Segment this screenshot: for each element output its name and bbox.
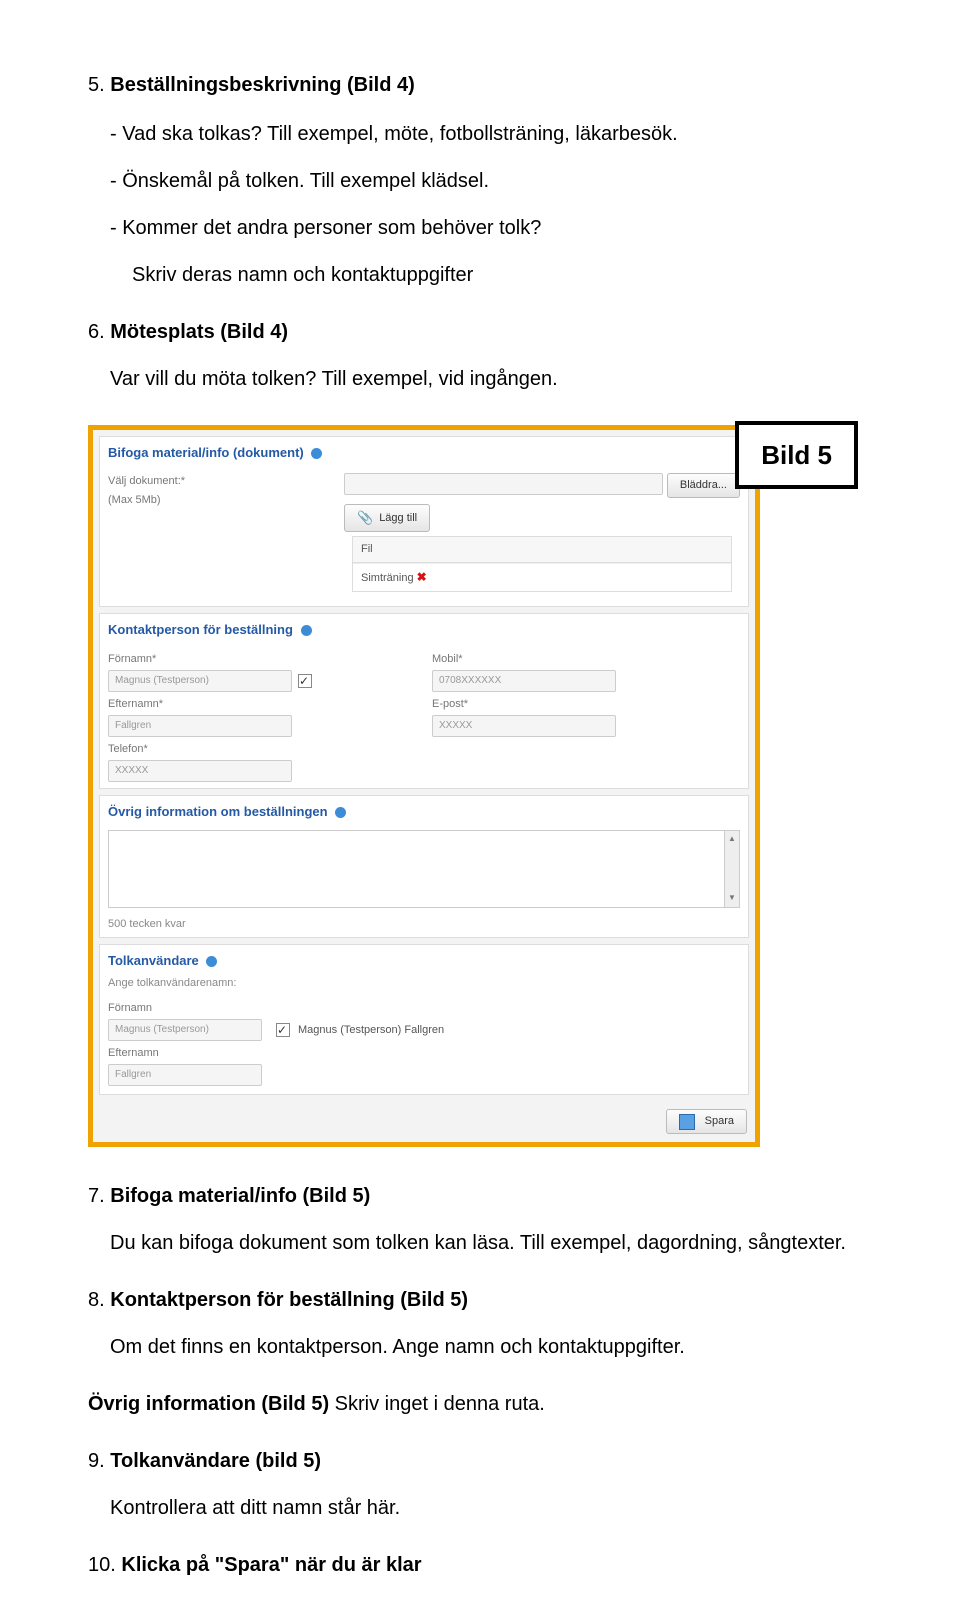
item-ovrig: Övrig information (Bild 5) Skriv inget i… [88,1389,872,1420]
file-name: Simträning [361,572,414,584]
item-ovrig-rest: Skriv inget i denna ruta. [329,1393,545,1415]
panel-contact-header-text: Kontaktperson för beställning [108,622,293,637]
file-col-header: Fil [353,537,731,562]
info-icon[interactable] [311,448,322,459]
item-5-sub-2: - Önskemål på tolken. Till exempel kläds… [110,166,872,197]
item-5-sub-3: - Kommer det andra personer som behöver … [110,213,872,244]
item-5-sub-1: - Vad ska tolkas? Till exempel, möte, fo… [110,119,872,150]
save-button-label: Spara [705,1113,734,1130]
item-7-title: Bifoga material/info (Bild 5) [110,1185,370,1207]
ovrig-textarea[interactable]: ▲▼ [108,830,740,908]
item-7-line: Du kan bifoga dokument som tolken kan lä… [110,1228,872,1259]
item-5-num: 5. [88,74,105,96]
user-efternamn-label: Efternamn [108,1045,740,1062]
file-table: Fil Simträning ✖ [352,536,732,592]
max-size-label: (Max 5Mb) [108,492,328,509]
scrollbar[interactable]: ▲▼ [724,831,739,907]
user-fornamn-label: Förnamn [108,1000,740,1017]
item-10-title: Klicka på "Spara" när du är klar [121,1554,421,1576]
panel-user-sub: Ange tolkanvändarenamn: [100,975,748,996]
mobil-label: Mobil* [432,651,740,668]
add-button-label: Lägg till [379,510,417,527]
panel-user-header-text: Tolkanvändare [108,953,199,968]
efternamn-input[interactable]: Fallgren [108,715,292,737]
panel-attach-header: Bifoga material/info (dokument) [100,437,748,467]
user-efternamn-input[interactable]: Fallgren [108,1064,262,1086]
panel-ovrig-header-text: Övrig information om beställningen [108,804,328,819]
item-5-tail: Skriv deras namn och kontaktuppgifter [132,260,872,291]
save-button[interactable]: Spara [666,1109,747,1134]
item-ovrig-bold: Övrig information (Bild 5) [88,1393,329,1415]
fornamn-input[interactable]: Magnus (Testperson) [108,670,292,692]
info-icon[interactable] [335,807,346,818]
item-8-line: Om det finns en kontaktperson. Ange namn… [110,1332,872,1363]
item-5: 5. Beställningsbeskrivning (Bild 4) - Va… [88,70,872,291]
item-9: 9. Tolkanvändare (bild 5) Kontrollera at… [88,1446,872,1524]
item-9-line: Kontrollera att ditt namn står här. [110,1493,872,1524]
figure-bild5-wrap: Bild 5 Bifoga material/info (dokument) V… [88,425,872,1147]
panel-user-header: Tolkanvändare [100,945,748,975]
item-10: 10. Klicka på "Spara" när du är klar [88,1550,872,1581]
add-button[interactable]: 📎 Lägg till [344,504,430,532]
panel-contact: Kontaktperson för beställning Förnamn* M… [99,613,749,788]
telefon-label: Telefon* [108,741,416,758]
panel-ovrig: Övrig information om beställningen ▲▼ 50… [99,795,749,938]
item-8: 8. Kontaktperson för beställning (Bild 5… [88,1285,872,1363]
epost-input[interactable]: XXXXX [432,715,616,737]
panel-user: Tolkanvändare Ange tolkanvändarenamn: Fö… [99,944,749,1095]
item-8-title: Kontaktperson för beställning (Bild 5) [110,1289,468,1311]
panel-contact-header: Kontaktperson för beställning [100,614,748,644]
user-fornamn-input[interactable]: Magnus (Testperson) [108,1019,262,1041]
fornamn-label: Förnamn* [108,651,416,668]
mobil-input[interactable]: 0708XXXXXX [432,670,616,692]
item-6-title: Mötesplats (Bild 4) [110,321,288,343]
item-9-num: 9. [88,1450,105,1472]
info-icon[interactable] [301,625,312,636]
item-7-num: 7. [88,1185,105,1207]
item-9-title: Tolkanvändare (bild 5) [110,1450,321,1472]
delete-file-icon[interactable]: ✖ [417,570,427,584]
form-screenshot: Bifoga material/info (dokument) Välj dok… [88,425,760,1147]
panel-ovrig-header: Övrig information om beställningen [100,796,748,826]
file-path-input[interactable] [344,473,663,495]
char-counter: 500 tecken kvar [100,912,748,937]
telefon-input[interactable]: XXXXX [108,760,292,782]
user-checkbox[interactable] [276,1023,290,1037]
bild5-label: Bild 5 [735,421,858,489]
user-fullname: Magnus (Testperson) Fallgren [298,1022,444,1039]
fornamn-checkbox[interactable] [298,674,312,688]
panel-attach-header-text: Bifoga material/info (dokument) [108,445,304,460]
paperclip-icon: 📎 [357,508,373,528]
item-6-num: 6. [88,321,105,343]
item-5-title: Beställningsbeskrivning (Bild 4) [110,74,415,96]
panel-attach: Bifoga material/info (dokument) Välj dok… [99,436,749,607]
item-10-num: 10. [88,1554,116,1576]
item-6-line: Var vill du möta tolken? Till exempel, v… [110,364,872,395]
item-6: 6. Mötesplats (Bild 4) Var vill du möta … [88,317,872,395]
browse-button[interactable]: Bläddra... [667,473,740,498]
choose-doc-label: Välj dokument:* [108,473,328,490]
save-icon [679,1114,695,1130]
epost-label: E-post* [432,696,740,713]
item-8-num: 8. [88,1289,105,1311]
table-row: Simträning ✖ [353,563,731,591]
efternamn-label: Efternamn* [108,696,416,713]
info-icon[interactable] [206,956,217,967]
item-7: 7. Bifoga material/info (Bild 5) Du kan … [88,1181,872,1259]
